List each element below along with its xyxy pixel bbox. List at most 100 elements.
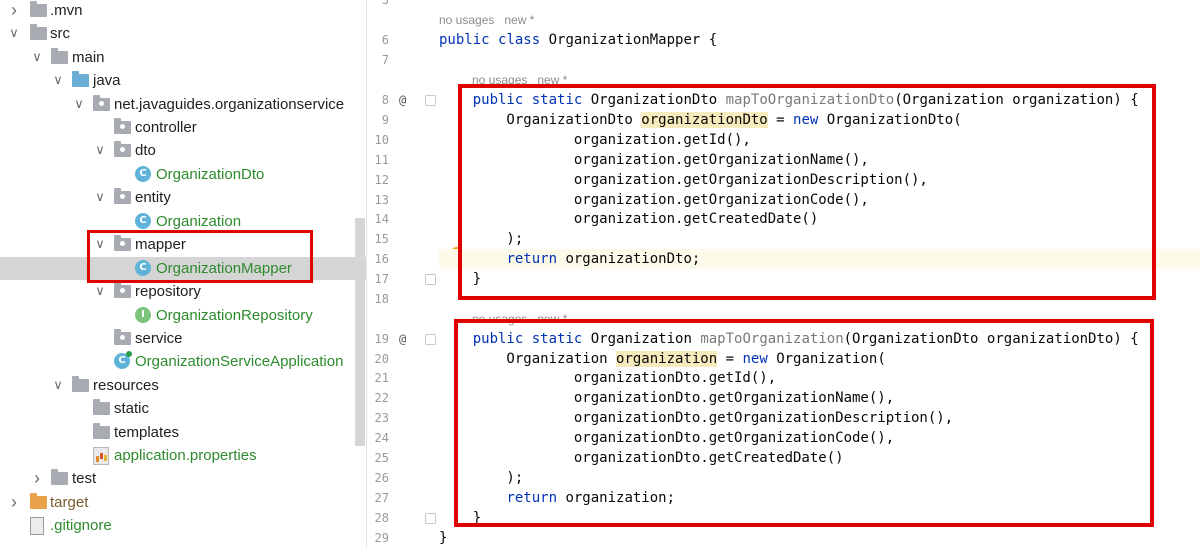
line-number: 16 — [374, 252, 389, 266]
line-number: 15 — [374, 232, 389, 246]
folder-icon — [93, 399, 110, 415]
tree-item-java[interactable]: ∨ java — [0, 69, 366, 92]
code-line[interactable] — [439, 0, 1200, 10]
chevron-down-icon[interactable]: ∨ — [7, 24, 21, 42]
fold-marker-icon[interactable] — [425, 274, 436, 285]
code-editor[interactable]: 5 6 7 8 9 10 11 12 13 14 15 16 17 18 19 20 21 22 23 24 25 26 2… — [367, 0, 1200, 549]
class-icon: C — [135, 166, 151, 182]
class-icon: C — [135, 213, 151, 229]
tree-item-templates[interactable]: templates — [0, 421, 366, 444]
tree-item-label: service — [135, 330, 183, 347]
tree-item-label: templates — [114, 424, 180, 441]
line-number: 22 — [374, 391, 389, 405]
tree-item-label: java — [93, 72, 121, 89]
chevron-right-icon[interactable]: › — [7, 1, 21, 19]
override-marker-icon[interactable]: @ — [399, 329, 406, 349]
fold-marker-icon[interactable] — [425, 513, 436, 524]
interface-icon: I — [135, 307, 151, 323]
package-icon — [114, 188, 131, 204]
line-number: 23 — [374, 411, 389, 425]
tree-item-src[interactable]: ∨ src — [0, 22, 366, 45]
tree-item-static[interactable]: static — [0, 397, 366, 420]
line-number: 11 — [374, 153, 389, 167]
tree-item-main[interactable]: ∨ main — [0, 46, 366, 69]
package-icon — [114, 329, 131, 345]
spring-app-class-icon: C — [114, 351, 132, 369]
chevron-down-icon[interactable]: ∨ — [51, 376, 65, 394]
folder-icon — [30, 1, 47, 17]
tree-item-label: OrganizationServiceApplication — [135, 353, 344, 370]
line-number: 19 — [374, 332, 389, 346]
chevron-right-icon[interactable]: › — [30, 469, 44, 487]
tree-item-label: OrganizationRepository — [156, 307, 313, 324]
tree-item-net-javaguides-organizationservice[interactable]: ∨ net.javaguides.organizationservice — [0, 93, 366, 116]
tree-item-label: src — [50, 25, 70, 42]
chevron-down-icon[interactable]: ∨ — [30, 48, 44, 66]
tree-item-organizationrepository[interactable]: I OrganizationRepository — [0, 304, 366, 327]
tree-item-label: .mvn — [50, 2, 83, 19]
chevron-right-icon[interactable]: › — [7, 493, 21, 511]
folder-icon — [30, 24, 47, 40]
tree-item-label: OrganizationDto — [156, 166, 265, 183]
editor-gutter: 5 6 7 8 9 10 11 12 13 14 15 16 17 18 19 20 21 22 23 24 25 26 2… — [367, 0, 462, 549]
package-icon — [93, 95, 110, 111]
folder-icon — [51, 48, 68, 64]
tree-item-organizationserviceapplication[interactable]: C OrganizationServiceApplication — [0, 350, 366, 373]
tree-item-mvn[interactable]: › .mvn — [0, 0, 366, 22]
line-number: 18 — [374, 292, 389, 306]
tree-item-target[interactable]: › target — [0, 491, 366, 514]
properties-file-icon — [93, 447, 109, 465]
file-icon — [30, 517, 44, 535]
tree-item-controller[interactable]: controller — [0, 116, 366, 139]
chevron-down-icon[interactable]: ∨ — [93, 282, 107, 300]
line-number: 25 — [374, 451, 389, 465]
tree-item-service[interactable]: service — [0, 327, 366, 350]
tree-item-gitignore[interactable]: .gitignore — [0, 514, 366, 537]
tree-item-label: Organization — [156, 213, 242, 230]
line-number: 29 — [374, 531, 389, 545]
annotation-box-mapper — [87, 230, 313, 283]
code-line[interactable] — [439, 50, 1200, 70]
line-number: 13 — [374, 193, 389, 207]
tree-scrollbar[interactable] — [355, 218, 365, 446]
project-tree-panel[interactable]: › .mvn ∨ src ∨ main ∨ java ∨ net.javaguides.organ… — [0, 0, 367, 549]
line-number: 20 — [374, 352, 389, 366]
tree-item-label: test — [72, 470, 97, 487]
chevron-down-icon[interactable]: ∨ — [72, 95, 86, 113]
package-icon — [114, 141, 131, 157]
fold-marker-icon[interactable] — [425, 95, 436, 106]
line-number: 27 — [374, 491, 389, 505]
tree-item-label: dto — [135, 142, 156, 159]
line-number: 14 — [374, 212, 389, 226]
tree-item-label: target — [50, 494, 89, 511]
line-number: 26 — [374, 471, 389, 485]
usage-hint[interactable]: no usages new * — [439, 10, 534, 30]
line-number: 28 — [374, 511, 389, 525]
tree-item-resources[interactable]: ∨ resources — [0, 374, 366, 397]
line-number: 8 — [381, 93, 389, 107]
folder-icon — [93, 423, 110, 439]
source-folder-icon — [72, 71, 89, 87]
line-number: 6 — [381, 33, 389, 47]
code-line[interactable]: public class OrganizationMapper { — [439, 30, 1200, 50]
tree-item-test[interactable]: › test — [0, 467, 366, 490]
excluded-folder-icon — [30, 493, 47, 509]
code-line[interactable]: } — [439, 528, 1200, 548]
fold-marker-icon[interactable] — [425, 334, 436, 345]
package-icon — [114, 118, 131, 134]
chevron-down-icon[interactable]: ∨ — [93, 188, 107, 206]
annotation-box-method-1 — [458, 84, 1156, 300]
override-marker-icon[interactable]: @ — [399, 90, 406, 110]
package-icon — [114, 282, 131, 298]
line-number: 21 — [374, 371, 389, 385]
tree-item-label: entity — [135, 189, 171, 206]
chevron-down-icon[interactable]: ∨ — [93, 141, 107, 159]
line-number: 10 — [374, 133, 389, 147]
tree-item-repository[interactable]: ∨ repository — [0, 280, 366, 303]
tree-item-entity[interactable]: ∨ entity — [0, 186, 366, 209]
chevron-down-icon[interactable]: ∨ — [51, 71, 65, 89]
tree-item-dto[interactable]: ∨ dto — [0, 139, 366, 162]
tree-item-organizationdto[interactable]: C OrganizationDto — [0, 163, 366, 186]
tree-item-application-properties[interactable]: application.properties — [0, 444, 366, 467]
line-number: 7 — [381, 53, 389, 67]
